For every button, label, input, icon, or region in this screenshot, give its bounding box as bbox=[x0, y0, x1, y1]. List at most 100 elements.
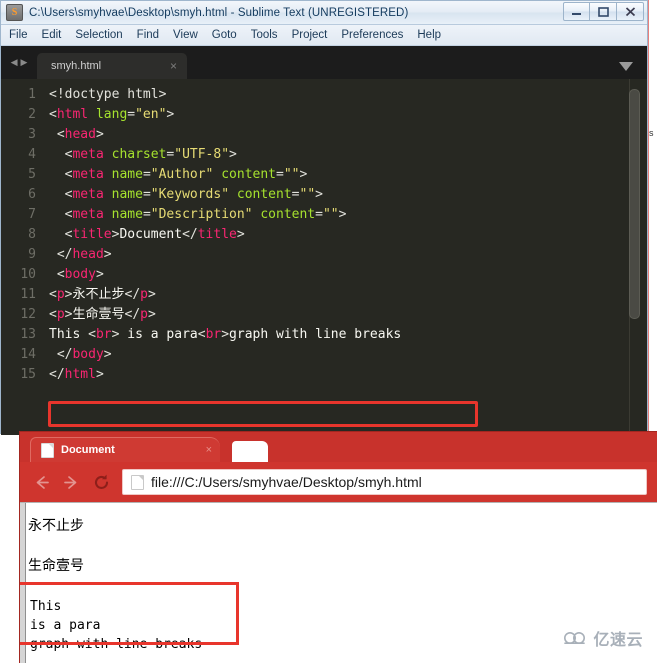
code-line[interactable]: </body> bbox=[43, 345, 647, 365]
code-token-punct: > bbox=[103, 347, 112, 362]
minimize-icon bbox=[572, 13, 581, 15]
menu-item-help[interactable]: Help bbox=[417, 29, 441, 41]
line-number: 2 bbox=[28, 107, 36, 122]
code-line[interactable]: </head> bbox=[43, 245, 647, 265]
menu-item-edit[interactable]: Edit bbox=[42, 29, 62, 41]
back-button[interactable] bbox=[30, 471, 52, 493]
line-number-gutter: 1 2 3 4 5 6 7 8 9 10 11 12 13 14 15 bbox=[1, 79, 43, 435]
code-token-string: "Author" bbox=[150, 167, 214, 182]
line-number: 6 bbox=[28, 187, 36, 202]
menu-item-view[interactable]: View bbox=[173, 29, 198, 41]
line-number: 12 bbox=[20, 307, 36, 322]
code-token-punct: = bbox=[142, 207, 151, 222]
code-token-string: "UTF-8" bbox=[174, 147, 230, 162]
code-token-punct: = bbox=[142, 187, 151, 202]
code-token-attr: name bbox=[111, 167, 143, 182]
code-content[interactable]: <!doctype html> <html lang="en"> <head> <… bbox=[43, 79, 647, 435]
code-token-punct: = bbox=[291, 187, 300, 202]
code-token-tag: p bbox=[56, 287, 65, 302]
code-token-tag: p bbox=[140, 307, 148, 322]
code-token-punct: > bbox=[103, 247, 112, 262]
code-token-string: "" bbox=[322, 207, 339, 222]
close-button[interactable] bbox=[617, 2, 644, 21]
sublime-menu-bar: File Edit Selection Find View Goto Tools… bbox=[1, 25, 647, 46]
code-token-punct: > bbox=[147, 307, 156, 322]
reload-icon bbox=[94, 474, 108, 489]
code-line[interactable]: <body> bbox=[43, 265, 647, 285]
tab-next-arrow-icon[interactable]: ▶ bbox=[21, 58, 28, 67]
menu-item-project[interactable]: Project bbox=[292, 29, 328, 41]
line-number: 1 bbox=[28, 87, 36, 102]
code-token-attr: name bbox=[111, 187, 143, 202]
line-number: 15 bbox=[20, 367, 36, 382]
code-token-punct: = bbox=[276, 167, 284, 182]
menu-item-file[interactable]: File bbox=[9, 29, 28, 41]
new-tab-button[interactable] bbox=[232, 441, 268, 462]
forward-arrow-icon bbox=[63, 475, 76, 489]
code-line[interactable]: This <br> is a para<br>graph with line b… bbox=[43, 325, 647, 345]
code-line[interactable]: <meta name="Description" content=""> bbox=[43, 205, 647, 225]
menu-item-tools[interactable]: Tools bbox=[251, 29, 278, 41]
tab-close-icon[interactable]: × bbox=[170, 60, 177, 72]
sublime-text-window: S C:\Users\smyhvae\Desktop\smyh.html - S… bbox=[0, 0, 648, 435]
address-bar[interactable]: file:///C:/Users/smyhvae/Desktop/smyh.ht… bbox=[122, 469, 647, 495]
code-token-punct: = bbox=[315, 207, 323, 222]
browser-tab-close-icon[interactable]: × bbox=[206, 444, 212, 456]
menu-item-selection[interactable]: Selection bbox=[75, 29, 122, 41]
code-line[interactable]: </html> bbox=[43, 365, 647, 385]
browser-viewport: 永不止步 生命壹号 This is a para graph with line… bbox=[20, 502, 657, 663]
code-token-punct: > bbox=[95, 367, 104, 382]
browser-window: Document × file:///C:/Users/smyhvae/Desk… bbox=[20, 432, 657, 663]
code-token-punct: < bbox=[49, 287, 57, 302]
editor-scrollbar-track[interactable] bbox=[629, 79, 644, 435]
code-token-tag: meta bbox=[72, 167, 104, 182]
code-token-attr: content bbox=[260, 207, 316, 222]
line-number: 14 bbox=[20, 347, 36, 362]
code-line[interactable]: <!doctype html> bbox=[43, 85, 647, 105]
code-token-tag: head bbox=[72, 247, 104, 262]
chevron-down-icon[interactable] bbox=[619, 62, 633, 71]
editor-scrollbar-thumb[interactable] bbox=[629, 89, 640, 319]
minimize-button[interactable] bbox=[563, 2, 590, 21]
code-line[interactable]: <head> bbox=[43, 125, 647, 145]
code-token-tag: p bbox=[56, 307, 65, 322]
code-line[interactable]: <p>永不止步</p> bbox=[43, 285, 647, 305]
tab-prev-arrow-icon[interactable]: ◀ bbox=[11, 58, 18, 67]
browser-tab-document[interactable]: Document × bbox=[30, 437, 220, 462]
maximize-button[interactable] bbox=[590, 2, 617, 21]
forward-button[interactable] bbox=[60, 471, 82, 493]
code-token-punct: > bbox=[147, 287, 156, 302]
code-token-punct: = bbox=[142, 167, 151, 182]
code-line[interactable]: <p>生命壹号</p> bbox=[43, 305, 647, 325]
maximize-icon bbox=[597, 7, 609, 17]
code-line[interactable]: <meta charset="UTF-8"> bbox=[43, 145, 647, 165]
tab-navigation-arrows[interactable]: ◀ ▶ bbox=[1, 46, 37, 79]
menu-item-find[interactable]: Find bbox=[137, 29, 159, 41]
code-token-punct: > bbox=[166, 107, 175, 122]
line-number: 3 bbox=[28, 127, 36, 142]
code-token-text: is a para bbox=[119, 327, 198, 342]
code-line[interactable]: <meta name="Keywords" content=""> bbox=[43, 185, 647, 205]
code-line[interactable]: <title>Document</title> bbox=[43, 225, 647, 245]
code-line[interactable]: <html lang="en"> bbox=[43, 105, 647, 125]
code-token-punct: > bbox=[229, 147, 237, 162]
code-token-punct: > bbox=[299, 167, 308, 182]
code-token-punct: > bbox=[338, 207, 347, 222]
menu-item-preferences[interactable]: Preferences bbox=[341, 29, 403, 41]
code-token-punct: < bbox=[56, 127, 65, 142]
menu-item-goto[interactable]: Goto bbox=[212, 29, 237, 41]
code-token-attr: name bbox=[111, 207, 143, 222]
reload-button[interactable] bbox=[90, 471, 112, 493]
code-editor-area[interactable]: 1 2 3 4 5 6 7 8 9 10 11 12 13 14 15 <!doctype html> <ht… bbox=[1, 79, 647, 435]
code-token-tag: br bbox=[95, 327, 112, 342]
code-line[interactable]: <meta name="Author" content=""> bbox=[43, 165, 647, 185]
code-token-tag: head bbox=[64, 127, 96, 142]
code-token-text: 生命壹号 bbox=[72, 307, 125, 322]
sublime-app-icon: S bbox=[6, 4, 23, 21]
code-token-punct: = bbox=[127, 107, 136, 122]
code-token-punct: < bbox=[49, 307, 57, 322]
sublime-editor-tab[interactable]: smyh.html × bbox=[37, 53, 187, 79]
